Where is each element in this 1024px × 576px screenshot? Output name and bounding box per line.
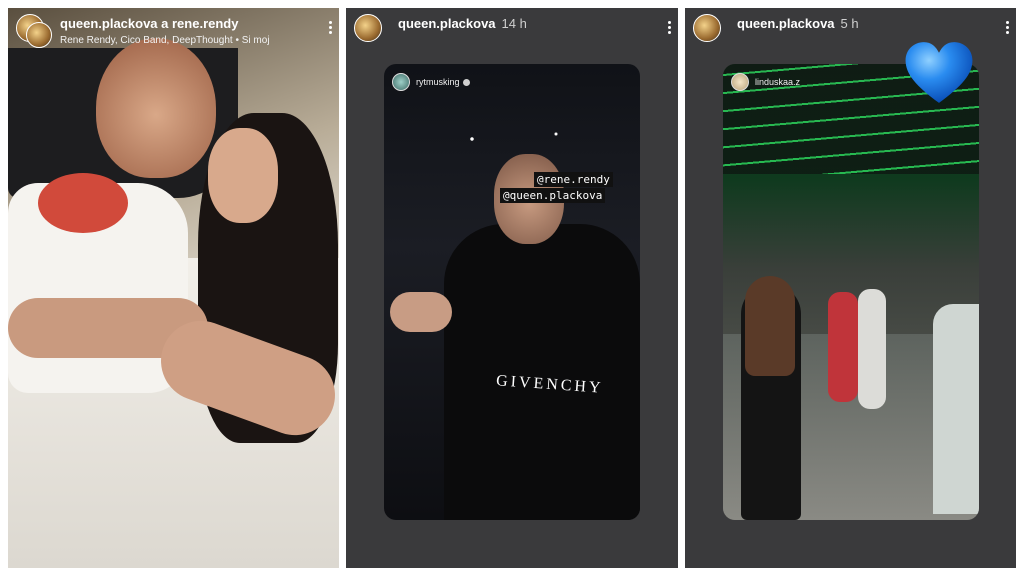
story-username[interactable]: queen.plackova 14 h — [398, 16, 527, 31]
person-hair — [745, 276, 795, 376]
more-options-icon[interactable] — [327, 19, 333, 37]
person-white-shirt — [858, 289, 886, 409]
story-panel-3[interactable]: queen.plackova 5 h linduskaa.z — [685, 8, 1016, 568]
person-torso — [444, 224, 640, 520]
card-header[interactable]: rytmusking — [392, 72, 470, 92]
person-foreground — [933, 304, 979, 514]
card-header[interactable]: linduskaa.z — [731, 72, 800, 92]
username-text: queen.plackova a rene.rendy — [60, 16, 239, 31]
blue-heart-icon — [905, 42, 973, 103]
baby-head — [38, 173, 128, 233]
person-red-shirt — [828, 292, 858, 402]
more-options-icon[interactable] — [1004, 19, 1010, 37]
verified-badge-icon — [462, 78, 470, 86]
avatar-secondary[interactable] — [26, 22, 52, 48]
card-avatar — [392, 73, 410, 91]
mention-tag[interactable]: @queen.plackova — [500, 188, 606, 203]
mention-tag[interactable]: @rene.rendy — [534, 172, 613, 187]
man-head — [96, 38, 216, 178]
story-header: queen.plackova 14 h — [346, 8, 678, 52]
card-avatar — [731, 73, 749, 91]
avatar[interactable] — [354, 14, 382, 42]
woman-face — [208, 128, 278, 223]
username-text: queen.plackova — [398, 16, 496, 31]
reshared-story-card[interactable]: GIVENCHY rytmusking @rene.rendy @queen.p… — [384, 64, 640, 520]
avatar[interactable] — [693, 14, 721, 42]
story-time: 14 h — [501, 16, 527, 31]
more-options-icon[interactable] — [666, 19, 672, 37]
story-username[interactable]: queen.plackova a rene.rendy — [60, 16, 238, 31]
reshared-story-card[interactable]: linduskaa.z — [723, 64, 979, 520]
person-hand — [390, 292, 452, 332]
card-username: rytmusking — [416, 77, 460, 87]
username-text: queen.plackova — [737, 16, 835, 31]
story-username[interactable]: queen.plackova 5 h — [737, 16, 859, 31]
story-header: queen.plackova a rene.rendy Rene Rendy, … — [8, 8, 339, 52]
story-panel-2[interactable]: queen.plackova 14 h GIVENCHY rytmusking @… — [346, 8, 678, 568]
music-subtitle[interactable]: Rene Rendy, Cico Band, DeepThought • Si … — [60, 35, 270, 46]
story-panel-1[interactable]: queen.plackova a rene.rendy Rene Rendy, … — [8, 8, 339, 568]
card-username: linduskaa.z — [755, 77, 801, 87]
story-time: 5 h — [840, 16, 859, 31]
